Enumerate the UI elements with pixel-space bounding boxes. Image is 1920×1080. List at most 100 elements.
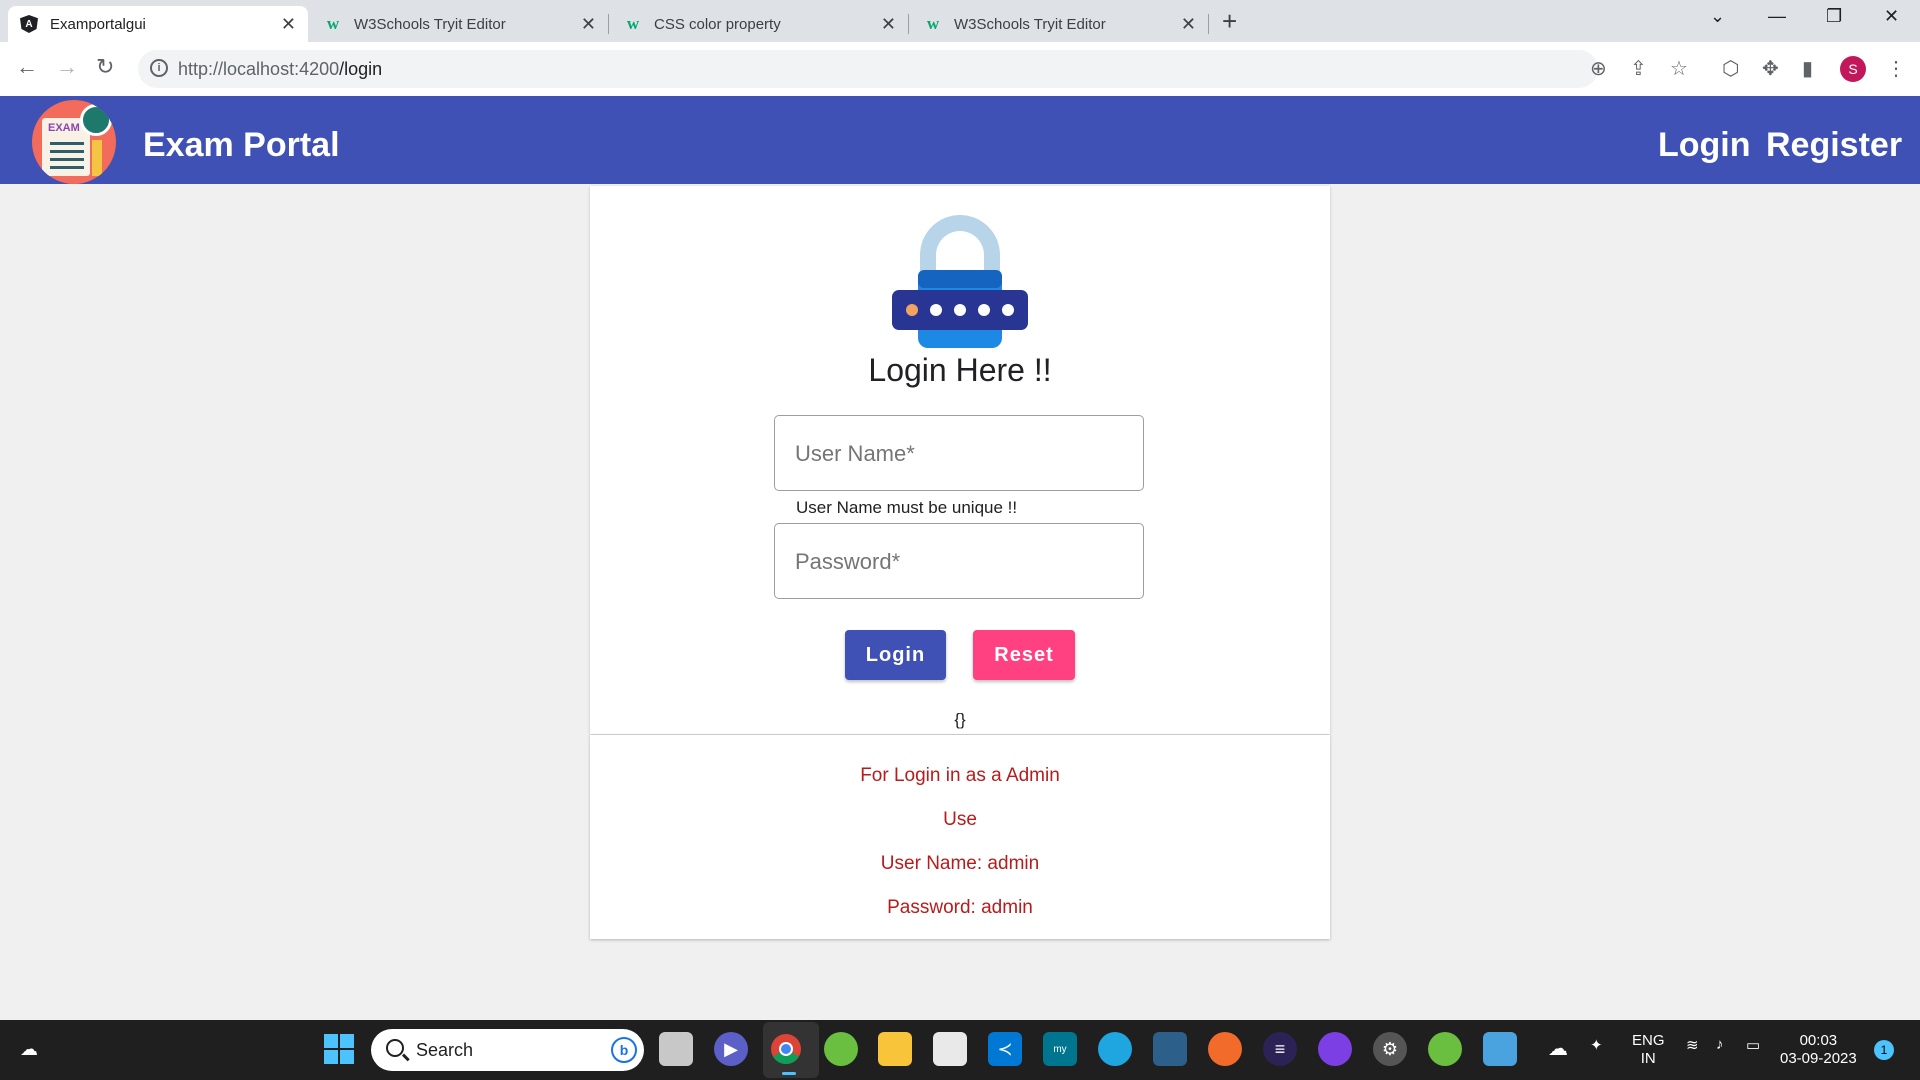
extension-cube-icon[interactable]: ⬡ (1722, 56, 1739, 81)
extensions-puzzle-icon[interactable]: ✥ (1762, 56, 1779, 81)
reset-button[interactable]: Reset (973, 630, 1075, 680)
login-button[interactable]: Login (845, 630, 946, 680)
mysql-icon[interactable] (1153, 1032, 1187, 1066)
battery-icon[interactable]: ▭ (1746, 1036, 1760, 1054)
admin-info-line: Use (943, 809, 977, 830)
bookmark-star-icon[interactable]: ☆ (1670, 56, 1688, 81)
nav-login-link[interactable]: Login (1658, 126, 1751, 165)
postman-icon[interactable] (1208, 1032, 1242, 1066)
search-label: Search (416, 1040, 474, 1060)
url-path: /login (339, 59, 383, 79)
padlock-icon (892, 215, 1028, 348)
password-field[interactable] (774, 523, 1144, 599)
notepad-icon[interactable] (1483, 1032, 1517, 1066)
browser-tab-bar: A Examportalgui ✕ w W3Schools Tryit Edit… (0, 0, 1920, 42)
vscode-icon[interactable]: ≺ (988, 1032, 1022, 1066)
browser-toolbar: ← → ↻ i http://localhost:4200/login ⊕ ⇪ … (0, 42, 1920, 96)
form-json-output: {} (954, 710, 966, 729)
url-host: http://localhost:4200 (178, 59, 340, 79)
file-explorer-icon[interactable] (878, 1032, 912, 1066)
url-text[interactable]: http://localhost:4200/login (178, 59, 382, 80)
forward-arrow-icon[interactable]: → (56, 54, 78, 80)
close-icon[interactable]: ✕ (281, 14, 296, 35)
search-icon (386, 1039, 404, 1057)
tab-divider (608, 14, 609, 34)
clock[interactable]: 00:03 03-09-2023 (1780, 1032, 1857, 1068)
tab-w3schools-tryit-1[interactable]: w W3Schools Tryit Editor ✕ (312, 6, 608, 42)
tab-examportalgui[interactable]: A Examportalgui ✕ (8, 6, 308, 42)
admin-info-line: For Login in as a Admin (860, 765, 1060, 786)
eclipse-icon[interactable]: ≡ (1263, 1032, 1297, 1066)
wifi-icon[interactable]: ≋ (1686, 1036, 1699, 1054)
mysql-workbench-icon[interactable]: my (1043, 1032, 1077, 1066)
w3schools-icon: w (326, 14, 340, 33)
windows-taskbar: ☁ Search b ▶ ≺ my ≡ ⚙ ☁ ✦ ENG IN ≋ ♪ ▭ 0… (0, 1020, 1920, 1080)
tab-title: Examportalgui (50, 15, 146, 33)
new-tab-plus-icon[interactable]: + (1222, 6, 1237, 37)
window-close-icon[interactable]: ✕ (1884, 6, 1899, 27)
settings-gear-icon[interactable]: ⚙ (1373, 1032, 1407, 1066)
tab-divider (908, 14, 909, 34)
tab-css-color-property[interactable]: w CSS color property ✕ (612, 6, 908, 42)
app-title[interactable]: Exam Portal (143, 126, 340, 165)
tab-title: W3Schools Tryit Editor (354, 15, 506, 33)
password-input[interactable] (795, 544, 1125, 580)
minimize-icon[interactable]: — (1768, 6, 1786, 27)
onedrive-icon[interactable]: ☁ (1548, 1036, 1568, 1061)
tab-title: W3Schools Tryit Editor (954, 15, 1106, 33)
w3schools-icon: w (626, 14, 640, 33)
edge-icon[interactable] (1098, 1032, 1132, 1066)
language-indicator[interactable]: ENG IN (1632, 1032, 1665, 1068)
menu-kebab-icon[interactable]: ⋮ (1886, 56, 1906, 81)
spring-tool-suite-icon[interactable] (824, 1032, 858, 1066)
language-code: ENG (1632, 1032, 1665, 1049)
profile-avatar[interactable]: S (1840, 56, 1866, 82)
address-bar[interactable]: i http://localhost:4200/login (138, 50, 1598, 88)
task-view-icon[interactable] (659, 1032, 693, 1066)
region-code: IN (1640, 1050, 1656, 1067)
tab-divider (1208, 14, 1209, 34)
tab-title: CSS color property (654, 15, 781, 33)
close-icon[interactable]: ✕ (881, 14, 896, 35)
active-indicator (782, 1072, 796, 1075)
teams-chat-icon[interactable]: ▶ (714, 1032, 748, 1066)
angular-icon: A (20, 15, 38, 33)
date: 03-09-2023 (1780, 1050, 1857, 1067)
tab-w3schools-tryit-2[interactable]: w W3Schools Tryit Editor ✕ (912, 6, 1208, 42)
microsoft-store-icon[interactable] (933, 1032, 967, 1066)
admin-info-line: Password: admin (887, 897, 1033, 918)
share-icon[interactable]: ⇪ (1630, 56, 1647, 81)
logo-text: EXAM (48, 122, 80, 134)
bing-icon[interactable]: b (611, 1037, 637, 1063)
restore-icon[interactable]: ❐ (1826, 6, 1842, 27)
exam-logo-icon: EXAM (32, 100, 116, 184)
chrome-icon[interactable] (769, 1032, 803, 1066)
windows-start-icon[interactable] (322, 1032, 356, 1066)
github-icon[interactable] (1318, 1032, 1352, 1066)
tab-search-chevron-icon[interactable]: ⌄ (1710, 6, 1725, 27)
zoom-icon[interactable]: ⊕ (1590, 56, 1607, 81)
close-icon[interactable]: ✕ (1181, 14, 1196, 35)
taskbar-search[interactable]: Search b (371, 1029, 644, 1071)
login-heading: Login Here !! (868, 352, 1052, 388)
time: 00:03 (1799, 1032, 1838, 1049)
weather-icon[interactable]: ☁ (12, 1032, 46, 1066)
tray-app-icon[interactable]: ✦ (1590, 1036, 1603, 1054)
login-card: Login Here !! User Name must be unique !… (590, 186, 1330, 734)
close-icon[interactable]: ✕ (581, 14, 596, 35)
back-arrow-icon[interactable]: ← (16, 54, 38, 80)
admin-info-line: User Name: admin (880, 853, 1040, 874)
side-panel-icon[interactable]: ▮ (1802, 56, 1813, 81)
nav-register-link[interactable]: Register (1766, 126, 1902, 165)
admin-info-card: For Login in as a Admin Use User Name: a… (590, 735, 1330, 939)
username-input[interactable] (795, 436, 1125, 472)
site-info-icon[interactable]: i (150, 59, 168, 77)
username-hint: User Name must be unique !! (796, 498, 1018, 517)
notification-badge[interactable]: 1 (1874, 1040, 1894, 1060)
volume-icon[interactable]: ♪ (1716, 1036, 1724, 1053)
reload-icon[interactable]: ↻ (96, 54, 114, 80)
app-header: EXAM Exam Portal Login Register (0, 96, 1920, 184)
w3schools-icon: w (926, 14, 940, 33)
spring-boot-icon[interactable] (1428, 1032, 1462, 1066)
username-field[interactable] (774, 415, 1144, 491)
